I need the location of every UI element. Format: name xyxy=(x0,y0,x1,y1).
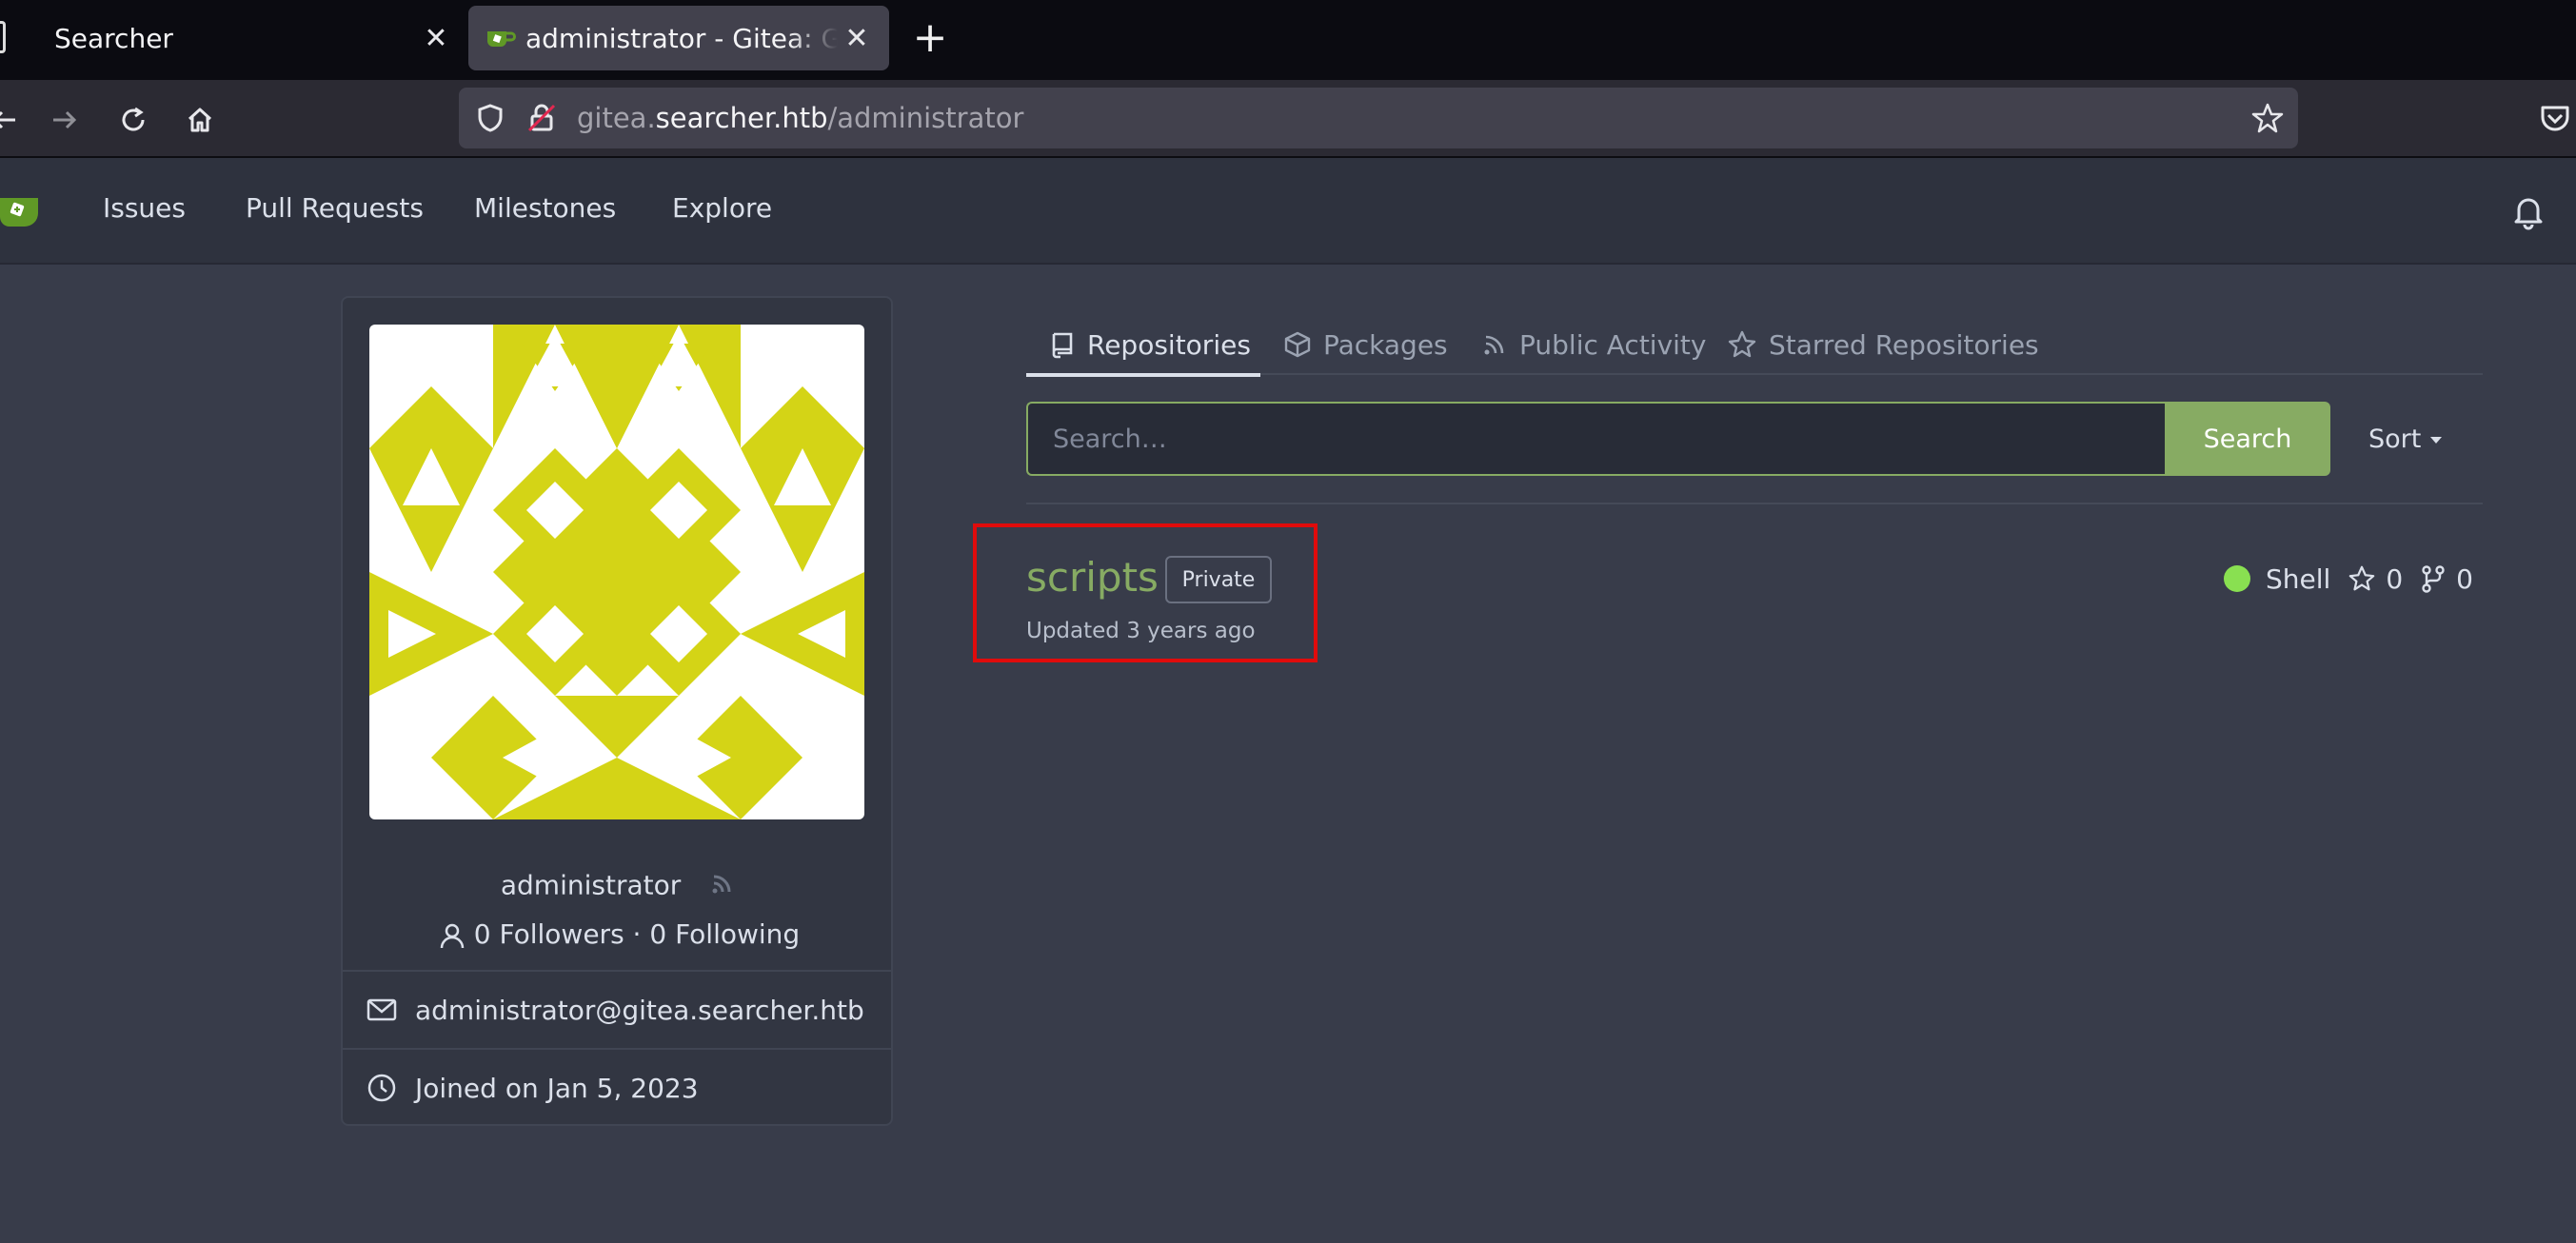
tab-label: Starred Repositories xyxy=(1769,328,2039,361)
tab-starred-repositories[interactable]: Starred Repositories xyxy=(1727,316,2039,373)
repo-language: Shell xyxy=(2266,562,2331,595)
email-row: administrator@gitea.searcher.htb xyxy=(343,970,891,1048)
url-text: gitea.searcher.htb/administrator xyxy=(577,102,1023,134)
package-icon xyxy=(1284,331,1311,358)
repo-fork-count: 0 xyxy=(2456,562,2473,595)
repo-star-count: 0 xyxy=(2386,562,2404,595)
identicon-avatar xyxy=(369,325,864,819)
tab-label: Packages xyxy=(1323,328,1448,361)
sort-label: Sort xyxy=(2368,424,2422,454)
rss-feed-icon[interactable] xyxy=(708,869,737,904)
nav-issues[interactable]: Issues xyxy=(103,192,186,224)
home-icon[interactable] xyxy=(179,99,221,141)
gitea-favicon-icon xyxy=(487,31,516,47)
followers-row[interactable]: 0 Followers · 0 Following xyxy=(343,918,895,950)
language-color-dot xyxy=(2224,565,2250,592)
tab-label: Public Activity xyxy=(1519,328,1707,361)
browser-tab-gitea[interactable]: administrator - Gitea: Git with a cup of… xyxy=(468,6,889,70)
private-badge: Private xyxy=(1165,556,1272,603)
person-icon xyxy=(440,923,465,949)
clock-icon xyxy=(367,1074,396,1102)
gitea-logo-icon[interactable] xyxy=(0,192,46,230)
reload-icon[interactable] xyxy=(112,99,154,141)
star-icon xyxy=(1728,330,1756,358)
tab-title: Searcher xyxy=(54,22,173,54)
browser-tab-searcher[interactable]: Searcher ✕ xyxy=(29,6,455,70)
tab-packages[interactable]: Packages xyxy=(1283,316,1448,373)
nav-explore[interactable]: Explore xyxy=(672,192,772,224)
profile-card: administrator 0 Followers · 0 Following … xyxy=(341,296,893,1126)
new-tab-button[interactable]: + xyxy=(906,10,954,67)
shield-icon[interactable] xyxy=(474,102,506,134)
avatar[interactable] xyxy=(369,325,864,819)
address-bar[interactable]: gitea.searcher.htb/administrator xyxy=(459,88,2298,148)
mail-icon xyxy=(367,998,397,1021)
repo-search-input[interactable] xyxy=(1026,402,2165,476)
profile-username: administrator xyxy=(343,869,895,904)
email-link[interactable]: administrator@gitea.searcher.htb xyxy=(415,995,864,1026)
tab-label: Repositories xyxy=(1087,328,1251,361)
divider xyxy=(1026,503,2483,504)
gitea-navbar: Issues Pull Requests Milestones Explore xyxy=(0,158,2576,265)
search-button[interactable]: Search xyxy=(2165,402,2330,476)
tab-public-activity[interactable]: Public Activity xyxy=(1481,316,1706,373)
nav-pull-requests[interactable]: Pull Requests xyxy=(246,192,424,224)
pocket-icon[interactable] xyxy=(2538,101,2572,135)
repo-name-link[interactable]: scripts xyxy=(1026,554,1159,601)
notification-bell-icon[interactable] xyxy=(2509,192,2547,230)
browser-toolbar: gitea.searcher.htb/administrator xyxy=(0,80,2576,158)
back-icon[interactable] xyxy=(0,99,25,141)
tab-repositories[interactable]: Repositories xyxy=(1049,316,1251,373)
repo-updated-time: Updated 3 years ago xyxy=(1026,619,1256,643)
browser-tab-strip: Searcher ✕ administrator - Gitea: Git wi… xyxy=(0,0,2576,80)
joined-row: Joined on Jan 5, 2023 xyxy=(343,1048,891,1126)
previous-tab-edge[interactable] xyxy=(0,21,6,53)
close-tab-icon[interactable]: ✕ xyxy=(838,22,876,55)
rss-icon xyxy=(1484,335,1504,355)
url-path: /administrator xyxy=(827,102,1024,134)
repo-meta: Shell 0 0 xyxy=(2224,560,2473,598)
insecure-lock-icon[interactable] xyxy=(525,102,558,134)
followers-text: 0 Followers · 0 Following xyxy=(473,918,801,950)
caret-down-icon xyxy=(2430,437,2443,444)
tab-title: administrator - Gitea: Git with a cup of… xyxy=(525,22,838,54)
url-subdomain: gitea. xyxy=(577,102,656,134)
sort-dropdown[interactable]: Sort xyxy=(2368,424,2443,454)
profile-tabs: Repositories Packages Public Activity St… xyxy=(1026,303,2483,377)
joined-date: Joined on Jan 5, 2023 xyxy=(415,1072,699,1104)
star-icon[interactable] xyxy=(2348,564,2376,593)
url-domain: searcher.htb xyxy=(655,102,828,134)
username-text: administrator xyxy=(500,869,682,901)
forward-icon[interactable] xyxy=(44,99,86,141)
bookmark-star-icon[interactable] xyxy=(2250,101,2285,135)
active-tab-indicator xyxy=(1026,373,1260,377)
fork-icon[interactable] xyxy=(2420,564,2447,593)
close-tab-icon[interactable]: ✕ xyxy=(417,22,455,55)
nav-milestones[interactable]: Milestones xyxy=(474,192,616,224)
repo-icon xyxy=(1052,332,1073,359)
